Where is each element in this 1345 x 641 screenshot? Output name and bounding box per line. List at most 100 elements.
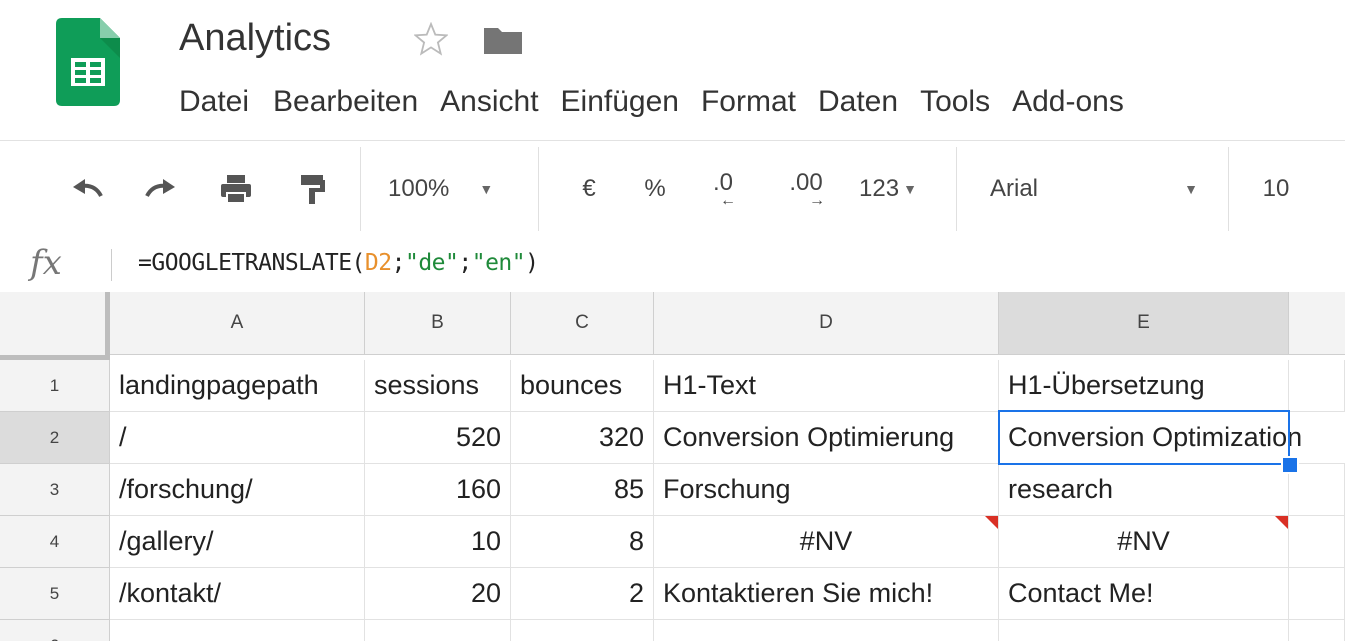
chevron-down-icon: ▼: [479, 181, 494, 197]
cell-f6[interactable]: [1289, 620, 1345, 641]
cell-c2[interactable]: 320: [511, 412, 654, 464]
percent-button[interactable]: %: [638, 141, 672, 237]
menu-edit[interactable]: Bearbeiten: [273, 82, 418, 122]
cell-e5[interactable]: Contact Me!: [999, 568, 1289, 620]
cell-e1[interactable]: H1-Übersetzung: [999, 360, 1289, 412]
currency-label: €: [582, 175, 596, 202]
formula-separator: ;: [458, 250, 472, 276]
menu-view[interactable]: Ansicht: [440, 82, 538, 122]
formula-prefix: =GOOGLETRANSLATE(: [138, 250, 365, 276]
cell-e6[interactable]: [999, 620, 1289, 641]
cell-d3[interactable]: Forschung: [654, 464, 999, 516]
formula-cell-reference: D2: [364, 250, 392, 276]
chevron-down-icon: ▼: [1184, 181, 1198, 197]
redo-icon[interactable]: [138, 141, 182, 237]
formula-separator: ;: [391, 250, 406, 276]
cell-b1[interactable]: sessions: [365, 360, 511, 412]
more-formats-button[interactable]: 123 ▼: [848, 141, 928, 237]
sheets-logo[interactable]: [56, 18, 120, 106]
menu-insert[interactable]: Einfügen: [561, 82, 679, 122]
cell-e4[interactable]: #NV: [999, 516, 1289, 568]
cell-a2[interactable]: /: [110, 412, 365, 464]
cell-a1[interactable]: landingpagepath: [110, 360, 365, 412]
cell-b2[interactable]: 520: [365, 412, 511, 464]
menu-tools[interactable]: Tools: [920, 82, 990, 122]
cell-e3[interactable]: research: [999, 464, 1289, 516]
cell-f5[interactable]: [1289, 568, 1345, 620]
paint-format-icon[interactable]: [290, 141, 334, 237]
document-title[interactable]: Analytics: [179, 14, 331, 62]
cell-d2[interactable]: Conversion Optimierung: [654, 412, 999, 464]
cell-b3[interactable]: 160: [365, 464, 511, 516]
folder-icon[interactable]: [482, 24, 524, 56]
column-header-b[interactable]: B: [365, 292, 511, 355]
print-icon[interactable]: [214, 141, 258, 237]
cell-d1[interactable]: H1-Text: [654, 360, 999, 412]
formula-bar-divider: [111, 249, 112, 281]
increase-decimals-button[interactable]: .00 →: [778, 141, 834, 237]
font-name: Arial: [990, 175, 1039, 202]
row-header-5[interactable]: 5: [0, 568, 110, 620]
formula-input[interactable]: =GOOGLETRANSLATE(D2;"de";"en"): [138, 250, 539, 276]
cell-b6[interactable]: [365, 620, 511, 641]
toolbar-divider: [1228, 147, 1229, 231]
zoom-value: 100%: [388, 175, 450, 202]
cell-a6[interactable]: [110, 620, 365, 641]
row-header-3[interactable]: 3: [0, 464, 110, 516]
fx-icon: fx: [30, 243, 62, 283]
cell-f1[interactable]: [1289, 360, 1345, 412]
column-header-e[interactable]: E: [999, 292, 1289, 355]
cell-c3[interactable]: 85: [511, 464, 654, 516]
toolbar-divider: [360, 147, 361, 231]
zoom-select[interactable]: 100% ▼: [388, 141, 520, 237]
cell-d6[interactable]: [654, 620, 999, 641]
currency-button[interactable]: €: [572, 141, 606, 237]
cell-b5[interactable]: 20: [365, 568, 511, 620]
formula-source-language: "de": [404, 250, 459, 276]
toolbar-divider: [538, 147, 539, 231]
cell-c4[interactable]: 8: [511, 516, 654, 568]
column-header-c[interactable]: C: [511, 292, 654, 355]
percent-label: %: [644, 175, 666, 202]
cell-d5[interactable]: Kontaktieren Sie mich!: [654, 568, 999, 620]
menu-format[interactable]: Format: [701, 82, 796, 122]
star-icon[interactable]: [413, 21, 449, 56]
decrease-decimals-button[interactable]: .0 ←: [700, 141, 746, 237]
cell-b4[interactable]: 10: [365, 516, 511, 568]
cell-a5[interactable]: /kontakt/: [110, 568, 365, 620]
row-header-1[interactable]: 1: [0, 360, 110, 412]
select-all-corner[interactable]: [0, 292, 110, 360]
font-select[interactable]: Arial ▼: [990, 141, 1198, 237]
arrow-right-icon: →: [809, 192, 825, 209]
row-header-2[interactable]: 2: [0, 412, 110, 464]
cell-c6[interactable]: [511, 620, 654, 641]
column-header-d[interactable]: D: [654, 292, 999, 355]
chevron-down-icon: ▼: [903, 181, 917, 197]
menu-file[interactable]: Datei: [179, 82, 249, 122]
formula-target-language: "en": [471, 250, 526, 276]
formula-suffix: ): [525, 250, 539, 276]
fill-handle[interactable]: [1281, 456, 1299, 474]
arrow-left-icon: ←: [720, 192, 736, 209]
toolbar: 100% ▼ € % .0 ← .00 → 123 ▼ Arial ▼ 10: [0, 140, 1345, 238]
cell-a3[interactable]: /forschung/: [110, 464, 365, 516]
menu-bar: Datei Bearbeiten Ansicht Einfügen Format…: [179, 82, 1146, 122]
cell-a4[interactable]: /gallery/: [110, 516, 365, 568]
cell-d4[interactable]: #NV: [654, 516, 999, 568]
font-size-value: 10: [1262, 175, 1290, 202]
row-header-4[interactable]: 4: [0, 516, 110, 568]
undo-icon[interactable]: [66, 141, 110, 237]
toolbar-divider: [956, 147, 957, 231]
column-header-a[interactable]: A: [110, 292, 365, 355]
column-header-f[interactable]: [1289, 292, 1345, 355]
row-header-6[interactable]: 6: [0, 620, 110, 641]
menu-addons[interactable]: Add-ons: [1012, 82, 1124, 122]
formula-bar: fx =GOOGLETRANSLATE(D2;"de";"en"): [0, 237, 1345, 293]
cell-f4[interactable]: [1289, 516, 1345, 568]
cell-c5[interactable]: 2: [511, 568, 654, 620]
more-formats-label: 123: [859, 175, 900, 202]
menu-data[interactable]: Daten: [818, 82, 898, 122]
cell-c1[interactable]: bounces: [511, 360, 654, 412]
font-size-select[interactable]: 10: [1254, 141, 1298, 237]
spreadsheet-grid: A B C D E 1 2 3 4 5 6 landingpagepath se…: [0, 292, 1345, 641]
